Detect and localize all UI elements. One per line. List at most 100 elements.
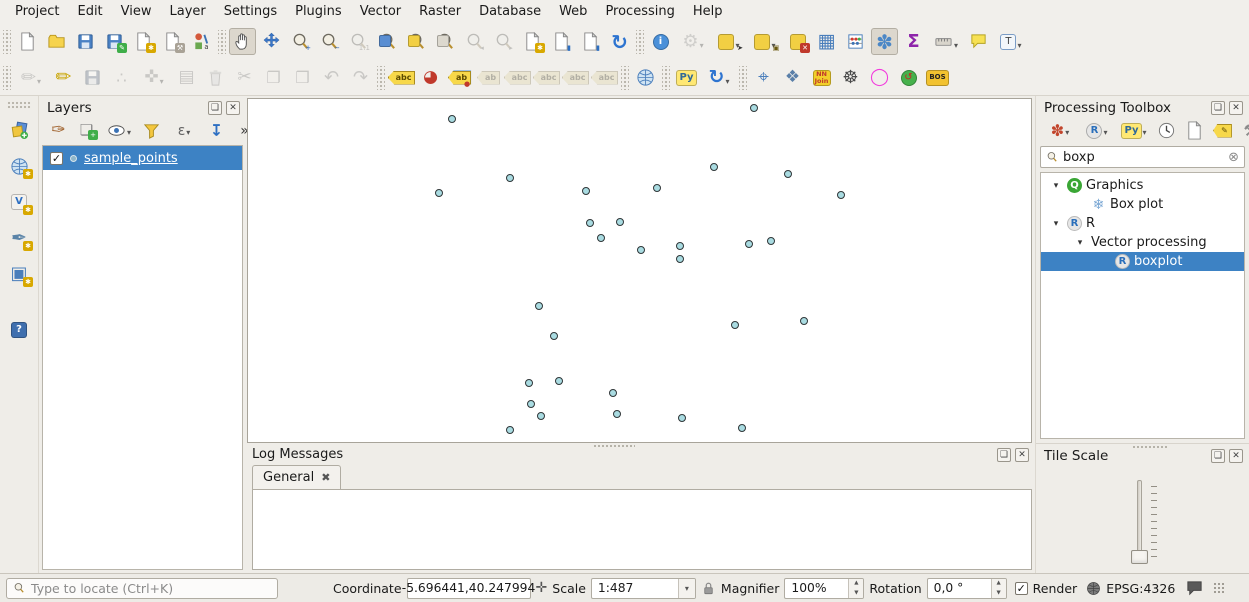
spin-down-icon[interactable]: ▼	[992, 588, 1006, 598]
locate-input[interactable]: Type to locate (Ctrl+K)	[6, 578, 278, 599]
run-feature-action-button[interactable]: ⚙▾	[676, 28, 710, 55]
history-button[interactable]	[1154, 119, 1179, 142]
statistical-summary-button[interactable]: Σ	[900, 28, 927, 55]
plugin-ellipse-button[interactable]: ◯	[866, 64, 893, 91]
cut-features-button[interactable]: ✂	[231, 64, 258, 91]
map-tips-button[interactable]	[965, 28, 992, 55]
zoom-in-button[interactable]: +	[287, 28, 314, 55]
dock-handle[interactable]	[7, 101, 31, 109]
new-project-button[interactable]	[14, 28, 41, 55]
menu-processing[interactable]: Processing	[596, 2, 683, 21]
filter-by-expression-button[interactable]: ε▾	[167, 119, 201, 142]
tree-item-vector-processing[interactable]: ▾Vector processing	[1041, 233, 1244, 252]
tab-close-icon[interactable]: ✖	[321, 471, 330, 484]
copy-features-button[interactable]: ❐	[260, 64, 287, 91]
resize-grip[interactable]	[1213, 582, 1225, 594]
save-layer-edits-button[interactable]	[79, 64, 106, 91]
tree-item-graphics[interactable]: ▾QGraphics	[1041, 176, 1244, 195]
identify-features-button[interactable]: i	[647, 28, 674, 55]
metasearch-button[interactable]	[632, 64, 659, 91]
close-panel-button[interactable]: ✕	[1229, 101, 1243, 115]
metasearch-toolbar-handle[interactable]	[621, 66, 629, 90]
plugin-bos-button[interactable]: BOS	[924, 64, 951, 91]
current-edits-button[interactable]: ✏▾	[14, 64, 48, 91]
new-virtual-layer-button[interactable]: ▣✱	[4, 259, 34, 289]
modify-attributes-selected-button[interactable]: ▤	[173, 64, 200, 91]
expander-icon[interactable]: ▾	[1049, 219, 1063, 229]
menu-raster[interactable]: Raster	[410, 2, 470, 21]
vector-plugins-toolbar-handle[interactable]	[739, 66, 747, 90]
float-panel-button[interactable]: ❏	[1211, 449, 1225, 463]
edit-features-in-place-button[interactable]: ✎	[1210, 119, 1235, 142]
redo-button[interactable]: ↷	[347, 64, 374, 91]
rotation-spinbox[interactable]: 0,0 ° ▲▼	[927, 578, 1007, 599]
show-spatial-bookmarks-button[interactable]: ▮	[548, 28, 575, 55]
plugin-spiral-button[interactable]: ↺	[895, 64, 922, 91]
pan-map-button[interactable]	[229, 28, 256, 55]
coordinate-input[interactable]: -5.696441,40.247994	[407, 578, 531, 599]
zoom-full-button[interactable]	[374, 28, 401, 55]
open-project-button[interactable]	[43, 28, 70, 55]
new-print-layout-button[interactable]: ✱	[130, 28, 157, 55]
zoom-native-button[interactable]: 1:1	[345, 28, 372, 55]
menu-web[interactable]: Web	[550, 2, 596, 21]
plugin-reloader-button[interactable]: ↻▾	[702, 64, 736, 91]
field-calculator-button[interactable]	[842, 28, 869, 55]
filter-by-map-content-button[interactable]	[139, 119, 164, 142]
pin-unpin-labels-button[interactable]: ab●	[446, 64, 473, 91]
layer-labeling-options-button[interactable]: abc	[388, 64, 415, 91]
select-features-button[interactable]: ➤▾	[712, 28, 746, 55]
move-label-button[interactable]: abc	[533, 64, 560, 91]
menu-settings[interactable]: Settings	[215, 2, 286, 21]
render-checkbox[interactable]: ✓	[1015, 582, 1028, 595]
new-spatial-bookmark-button[interactable]: ✱	[519, 28, 546, 55]
toggle-extents-icon[interactable]: ✛	[536, 580, 548, 596]
tab-general[interactable]: General ✖	[252, 465, 341, 489]
measure-line-button[interactable]: ▾	[929, 28, 963, 55]
crs-status-button[interactable]: EPSG:4326	[1086, 581, 1175, 596]
tree-item-r[interactable]: ▾RR	[1041, 214, 1244, 233]
processing-search-input[interactable]: boxp ⊗	[1040, 146, 1245, 168]
spin-up-icon[interactable]: ▲	[849, 579, 863, 589]
close-panel-button[interactable]: ✕	[1229, 449, 1243, 463]
tile-scale-slider-handle[interactable]	[1131, 550, 1148, 564]
zoom-to-layer-button[interactable]	[432, 28, 459, 55]
layer-item-sample-points[interactable]: ✓ sample_points	[43, 146, 242, 170]
expander-icon[interactable]: ▾	[1073, 238, 1087, 248]
scale-dropdown-button[interactable]: ▾	[678, 579, 695, 598]
new-geopackage-layer-button[interactable]: ✱	[4, 151, 34, 181]
spin-up-icon[interactable]: ▲	[992, 579, 1006, 589]
filter-legend-button[interactable]: ▾	[102, 119, 136, 142]
magnifier-spinbox[interactable]: 100% ▲▼	[784, 578, 864, 599]
style-manager-button[interactable]	[188, 28, 215, 55]
zoom-to-selection-button[interactable]	[403, 28, 430, 55]
menu-plugins[interactable]: Plugins	[286, 2, 351, 21]
python-console-button[interactable]: Py	[673, 64, 700, 91]
close-panel-button[interactable]: ✕	[226, 101, 240, 115]
map-canvas[interactable]	[247, 98, 1032, 443]
scale-combobox[interactable]: 1:487 ▾	[591, 578, 696, 599]
add-point-feature-button[interactable]: ∴	[108, 64, 135, 91]
float-panel-button[interactable]: ❏	[1211, 101, 1225, 115]
vertex-tool-button[interactable]: ✜▾	[137, 64, 171, 91]
attributes-toolbar-handle[interactable]	[636, 30, 644, 54]
new-spatialite-layer-button[interactable]: ✒✱	[4, 223, 34, 253]
tree-item-boxplot[interactable]: Rboxplot	[1041, 252, 1244, 271]
help-button[interactable]: ?	[4, 315, 34, 345]
menu-vector[interactable]: Vector	[351, 2, 410, 21]
text-annotation-button[interactable]: T▾	[994, 28, 1028, 55]
processing-toolbox-toggle-button[interactable]: ✽	[871, 28, 898, 55]
plugin-gps-button[interactable]: ⌖	[750, 64, 777, 91]
menu-help[interactable]: Help	[684, 2, 732, 21]
close-panel-button[interactable]: ✕	[1015, 448, 1029, 462]
expand-collapse-all-button[interactable]: ↧	[204, 119, 229, 142]
toggle-editing-button[interactable]: ✏	[50, 64, 77, 91]
highlight-pinned-labels-button[interactable]: ab	[475, 64, 502, 91]
expander-icon[interactable]: ▾	[1049, 181, 1063, 191]
save-project-button[interactable]	[72, 28, 99, 55]
log-messages-button[interactable]	[1182, 578, 1206, 598]
manage-map-themes-button[interactable]: ❏+	[74, 119, 99, 142]
data-source-manager-button[interactable]	[4, 115, 34, 145]
new-shapefile-layer-button[interactable]: V✱	[4, 187, 34, 217]
splitter-handle[interactable]	[593, 444, 635, 449]
